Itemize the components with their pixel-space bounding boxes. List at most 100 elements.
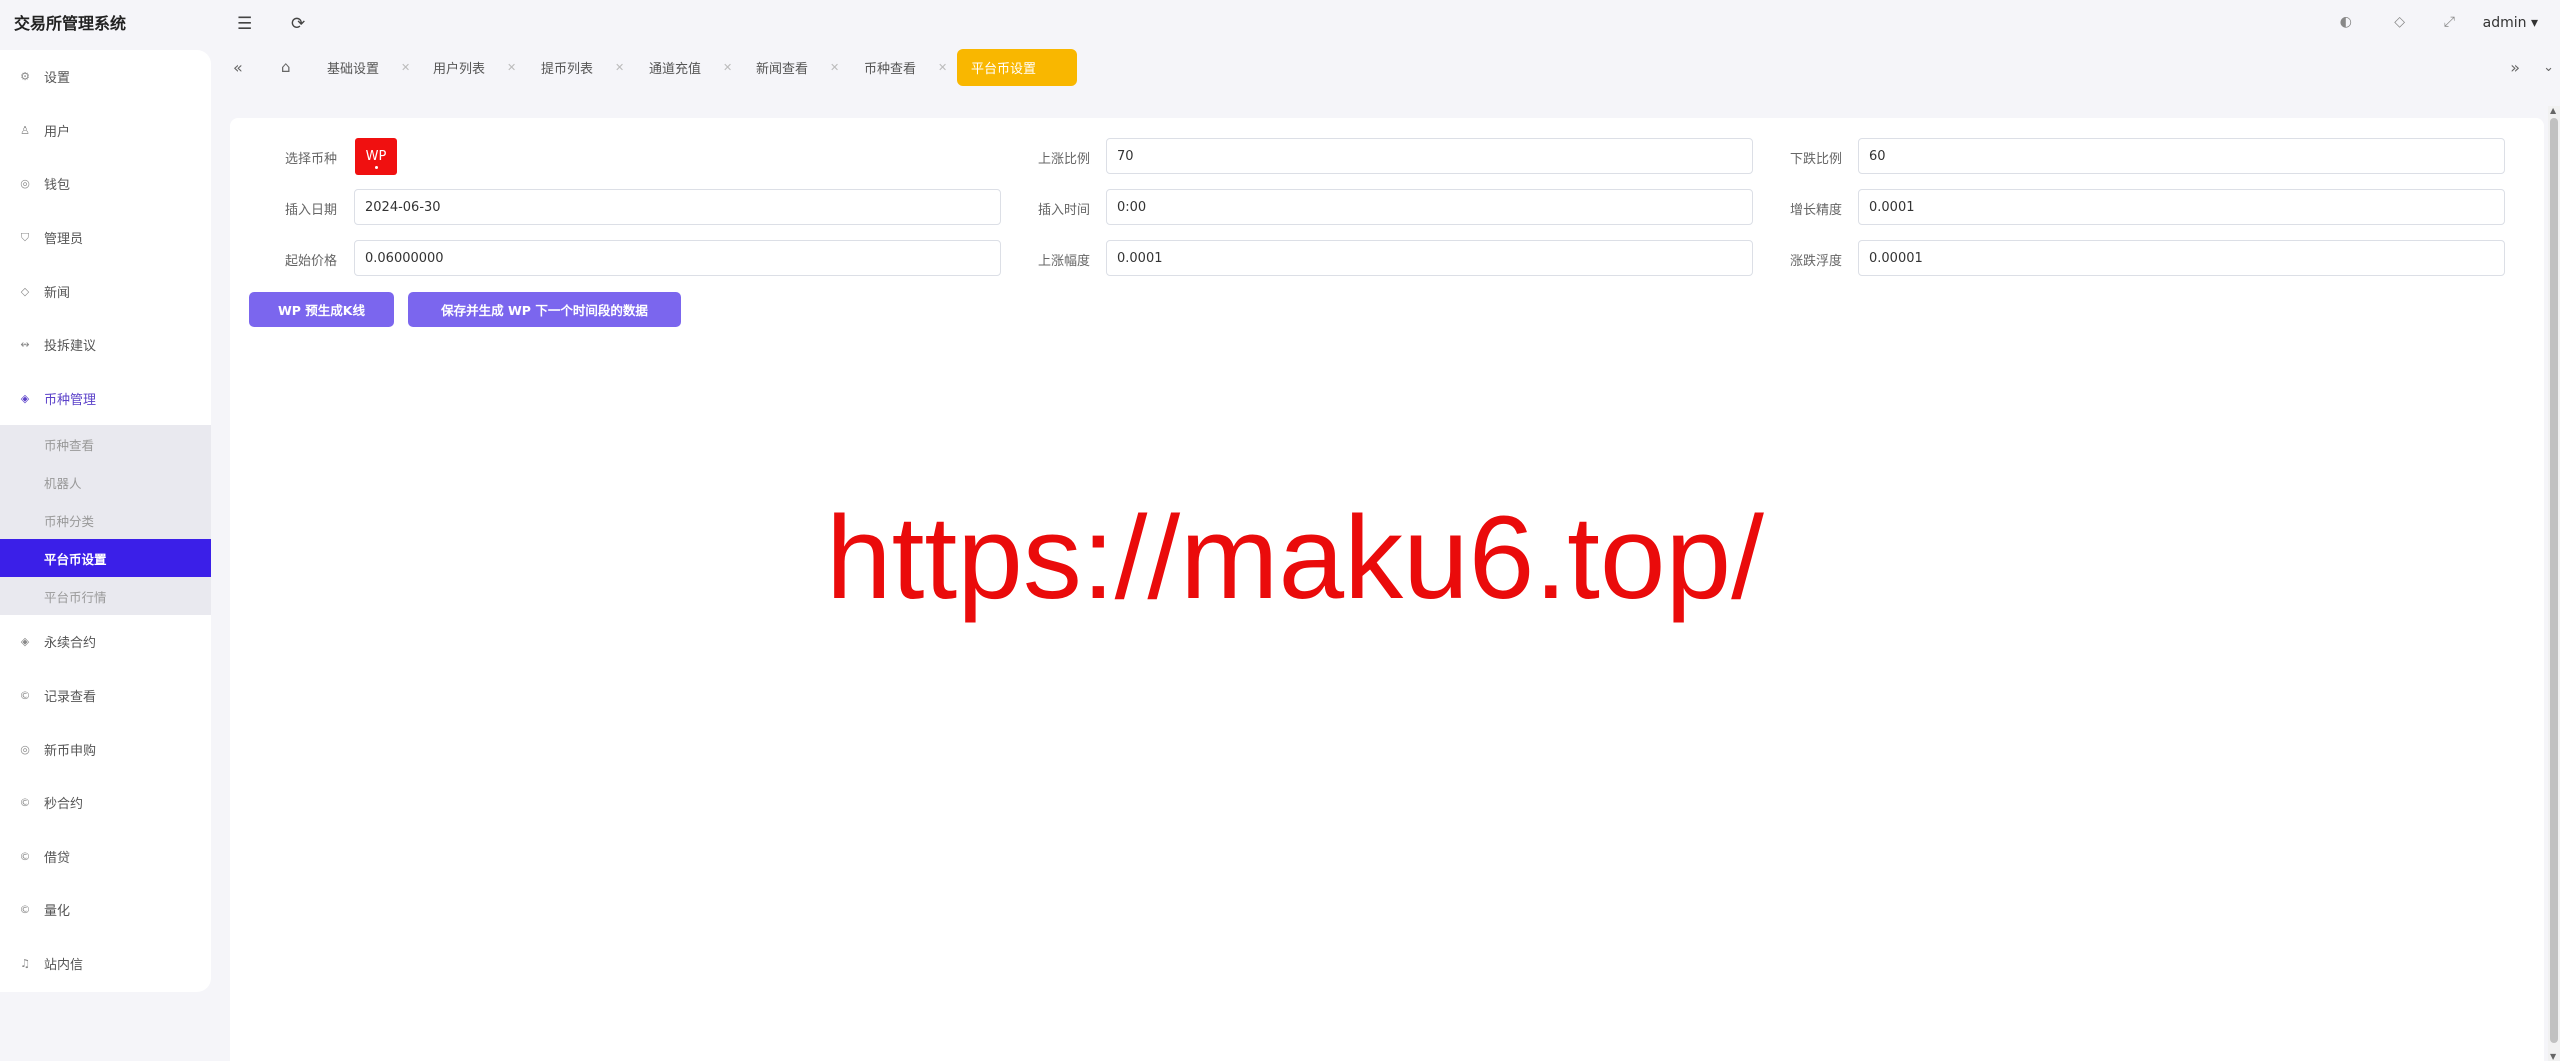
sidebar-subitem-robot[interactable]: 机器人 bbox=[0, 463, 211, 501]
sidebar-item-settings[interactable]: ⚙ 设置 bbox=[0, 50, 211, 104]
sidebar-subitem-platform-coin-market[interactable]: 平台币行情 bbox=[0, 577, 211, 615]
home-icon[interactable]: ⌂ bbox=[281, 48, 291, 86]
copyright-icon: © bbox=[19, 903, 31, 917]
sidebar-subitem-platform-coin-settings[interactable]: 平台币设置 bbox=[0, 539, 211, 578]
tab-bar: « ⌂ 基础设置 ✕ 用户列表 ✕ 提币列表 ✕ 通道充值 ✕ 新闻查看 ✕ 币种查看 ✕ … bbox=[211, 48, 2560, 86]
sidebar-item-perpetual[interactable]: ◈ 永续合约 bbox=[0, 615, 211, 669]
user-menu[interactable]: admin ▾ bbox=[2483, 15, 2538, 31]
sidebar-item-wallet[interactable]: ◎ 钱包 bbox=[0, 157, 211, 211]
tab-user-list[interactable]: 用户列表 ✕ bbox=[433, 48, 516, 86]
tabs-scroll-left-icon[interactable]: « bbox=[233, 48, 243, 86]
sidebar-item-admins[interactable]: ⛉ 管理员 bbox=[0, 211, 211, 265]
tab-basic-settings[interactable]: 基础设置 ✕ bbox=[327, 48, 410, 86]
palette-icon[interactable]: ◐ bbox=[2340, 14, 2352, 30]
sidebar-item-label: 永续合约 bbox=[44, 636, 97, 652]
sidebar-item-quant[interactable]: © 量化 bbox=[0, 883, 211, 937]
sidebar-item-label: 借贷 bbox=[44, 850, 71, 866]
close-icon[interactable]: ✕ bbox=[723, 61, 732, 74]
close-icon[interactable]: ✕ bbox=[938, 61, 947, 74]
tabs-scroll-right-icon[interactable]: » bbox=[2510, 48, 2520, 86]
scroll-up-icon[interactable]: ▲ bbox=[2550, 106, 2556, 115]
sidebar-item-second-contract[interactable]: © 秒合约 bbox=[0, 776, 211, 830]
diamond-icon: ◈ bbox=[20, 391, 30, 405]
insert-time-input[interactable]: 0:00 bbox=[1106, 189, 1753, 225]
tag-icon[interactable]: ◇ bbox=[2394, 14, 2405, 30]
user-icon: ♙ bbox=[20, 123, 30, 137]
fall-ratio-input[interactable]: 60 bbox=[1858, 138, 2505, 174]
sidebar-item-messages[interactable]: ♫ 站内信 bbox=[0, 937, 211, 991]
sidebar-item-label: 设置 bbox=[44, 71, 71, 87]
sidebar-item-label: 管理员 bbox=[44, 232, 84, 248]
close-icon[interactable]: ✕ bbox=[507, 61, 516, 74]
rise-ratio-label: 上涨比例 bbox=[1038, 152, 1091, 167]
app-title: 交易所管理系统 bbox=[14, 14, 127, 33]
start-price-input[interactable]: 0.06000000 bbox=[354, 240, 1001, 276]
sidebar-subitem-coin-category[interactable]: 币种分类 bbox=[0, 501, 211, 539]
copyright-icon: © bbox=[19, 849, 31, 863]
sidebar-item-new-coin[interactable]: ◎ 新币申购 bbox=[0, 722, 211, 776]
username: admin bbox=[2482, 15, 2527, 31]
sidebar: 交易所管理系统 ⚙ 设置 ♙ 用户 ◎ 钱包 ⛉ 管理员 ◇ 新闻 ↭ 投拆建议 ◈ 币种管理… bbox=[0, 0, 211, 1061]
scrollbar-thumb[interactable] bbox=[2550, 118, 2558, 1043]
tab-withdraw-list[interactable]: 提币列表 ✕ bbox=[541, 48, 624, 86]
generate-kline-button[interactable]: WP 预生成K线 bbox=[249, 292, 394, 327]
insert-date-label: 插入日期 bbox=[285, 203, 338, 218]
sidebar-item-label: 秒合约 bbox=[44, 797, 84, 813]
rise-amplitude-input[interactable]: 0.0001 bbox=[1106, 240, 1753, 276]
scroll-down-icon[interactable]: ▼ bbox=[2550, 1052, 2556, 1061]
tab-platform-coin-settings[interactable]: 平台币设置 bbox=[957, 49, 1077, 86]
sidebar-item-label: 新币申购 bbox=[44, 743, 97, 759]
tab-news-view[interactable]: 新闻查看 ✕ bbox=[756, 48, 839, 86]
bell-icon: ♫ bbox=[20, 957, 30, 971]
insert-time-label: 插入时间 bbox=[1038, 203, 1091, 218]
close-icon[interactable]: ✕ bbox=[615, 61, 624, 74]
sidebar-item-news[interactable]: ◇ 新闻 bbox=[0, 264, 211, 318]
watermark-url: https://maku6.top/ bbox=[826, 492, 1764, 624]
tab-channel-recharge[interactable]: 通道充值 ✕ bbox=[649, 48, 732, 86]
sidebar-item-label: 钱包 bbox=[44, 178, 71, 194]
sidebar-item-label: 投拆建议 bbox=[44, 339, 97, 355]
scrollbar[interactable]: ▲ ▼ bbox=[2548, 106, 2560, 1061]
sidebar-item-users[interactable]: ♙ 用户 bbox=[0, 104, 211, 158]
sidebar-menu: ⚙ 设置 ♙ 用户 ◎ 钱包 ⛉ 管理员 ◇ 新闻 ↭ 投拆建议 ◈ 币种管理 币种查看 机器… bbox=[0, 50, 211, 992]
sidebar-item-feedback[interactable]: ↭ 投拆建议 bbox=[0, 318, 211, 372]
sidebar-subitem-coin-view[interactable]: 币种查看 bbox=[0, 425, 211, 463]
close-icon[interactable]: ✕ bbox=[401, 61, 410, 74]
link-icon: ↭ bbox=[20, 338, 30, 352]
close-icon[interactable]: ✕ bbox=[830, 61, 839, 74]
rise-ratio-input[interactable]: 70 bbox=[1106, 138, 1753, 174]
sidebar-item-label: 新闻 bbox=[44, 285, 71, 301]
sidebar-item-label: 用户 bbox=[44, 124, 71, 140]
insert-date-input[interactable]: 2024-06-30 bbox=[354, 189, 1001, 225]
diamond-icon: ◈ bbox=[20, 635, 30, 649]
copyright-icon: © bbox=[19, 689, 31, 703]
growth-precision-input[interactable]: 0.0001 bbox=[1858, 189, 2505, 225]
coin-icon: ◎ bbox=[20, 742, 30, 756]
sidebar-item-coin-management[interactable]: ◈ 币种管理 bbox=[0, 372, 211, 426]
fullscreen-icon[interactable]: ⤢ bbox=[2444, 14, 2455, 30]
save-generate-button[interactable]: 保存并生成 WP 下一个时间段的数据 bbox=[408, 292, 681, 327]
sidebar-item-label: 币种管理 bbox=[44, 392, 97, 408]
fall-ratio-label: 下跌比例 bbox=[1790, 152, 1843, 167]
tag-icon: ◇ bbox=[20, 284, 30, 298]
shield-icon: ⛉ bbox=[20, 230, 30, 244]
sidebar-item-records[interactable]: © 记录查看 bbox=[0, 669, 211, 723]
menu-fold-icon[interactable]: ☰ bbox=[237, 14, 252, 34]
sidebar-item-label: 量化 bbox=[44, 904, 71, 920]
caret-down-icon: ▾ bbox=[2530, 15, 2538, 31]
growth-precision-label: 增长精度 bbox=[1790, 203, 1843, 218]
coin-select-wp[interactable]: WP bbox=[355, 138, 397, 175]
sidebar-item-loan[interactable]: © 借贷 bbox=[0, 830, 211, 884]
float-input[interactable]: 0.00001 bbox=[1858, 240, 2505, 276]
selected-dot bbox=[374, 166, 378, 169]
float-label: 涨跌浮度 bbox=[1790, 254, 1843, 269]
chevron-down-icon[interactable]: ⌄ bbox=[2543, 48, 2554, 86]
submenu-coin-management: 币种查看 机器人 币种分类 平台币设置 平台币行情 bbox=[0, 425, 211, 616]
start-price-label: 起始价格 bbox=[285, 254, 338, 269]
refresh-icon[interactable]: ⟳ bbox=[291, 14, 305, 34]
top-bar: ☰ ⟳ ◐ ◇ ⤢ admin ▾ bbox=[211, 0, 2560, 48]
wallet-icon: ◎ bbox=[20, 177, 30, 191]
tab-coin-view[interactable]: 币种查看 ✕ bbox=[864, 48, 947, 86]
gear-icon: ⚙ bbox=[20, 70, 30, 84]
coin-label: 选择币种 bbox=[285, 152, 338, 167]
